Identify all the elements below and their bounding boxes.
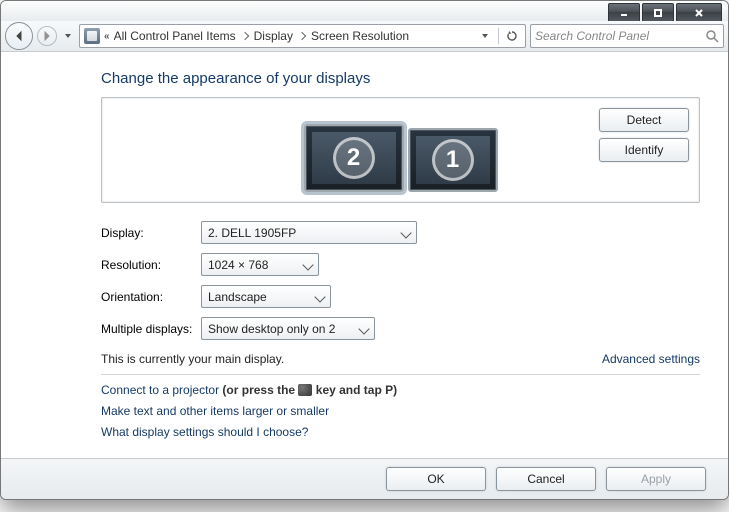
- page-title: Change the appearance of your displays: [101, 70, 700, 87]
- detect-button[interactable]: Detect: [599, 108, 689, 132]
- windows-key-icon: [298, 384, 312, 396]
- identify-button[interactable]: Identify: [599, 138, 689, 162]
- apply-button[interactable]: Apply: [606, 467, 706, 491]
- multiple-displays-select[interactable]: Show desktop only on 2: [201, 317, 375, 340]
- window-caption-bar: [1, 1, 728, 21]
- orientation-label: Orientation:: [101, 290, 201, 304]
- advanced-settings-link[interactable]: Advanced settings: [602, 352, 700, 366]
- cancel-button[interactable]: Cancel: [496, 467, 596, 491]
- what-settings-link[interactable]: What display settings should I choose?: [101, 425, 700, 439]
- refresh-icon[interactable]: [503, 27, 521, 45]
- breadcrumb-overflow-icon[interactable]: «: [104, 31, 110, 42]
- monitor-number-badge: 1: [432, 139, 474, 181]
- screen-resolution-window: « All Control Panel Items Display Screen…: [0, 0, 729, 500]
- display-settings-form: Display: 2. DELL 1905FP Resolution: 1024…: [101, 221, 700, 340]
- client-area: Change the appearance of your displays 2…: [1, 52, 728, 458]
- resolution-select[interactable]: 1024 × 768: [201, 253, 319, 276]
- dialog-button-bar: OK Cancel Apply: [1, 458, 728, 499]
- search-placeholder: Search Control Panel: [535, 29, 705, 43]
- display-label: Display:: [101, 226, 201, 240]
- chevron-down-icon: [302, 259, 313, 270]
- monitor-1[interactable]: 1: [408, 128, 498, 192]
- chevron-right-icon[interactable]: [240, 32, 248, 40]
- breadcrumb-item[interactable]: Display: [254, 29, 293, 43]
- control-panel-icon: [84, 28, 100, 44]
- search-input[interactable]: Search Control Panel: [530, 24, 724, 48]
- connect-projector-link[interactable]: Connect to a projector (or press the key…: [101, 383, 700, 397]
- resolution-select-value: 1024 × 768: [208, 258, 268, 272]
- explorer-nav-bar: « All Control Panel Items Display Screen…: [1, 21, 728, 52]
- chevron-down-icon: [314, 291, 325, 302]
- divider: [101, 374, 700, 375]
- text-size-link[interactable]: Make text and other items larger or smal…: [101, 404, 700, 418]
- monitor-number-badge: 2: [333, 137, 375, 179]
- forward-button[interactable]: [37, 26, 57, 46]
- ok-button[interactable]: OK: [386, 467, 486, 491]
- display-select[interactable]: 2. DELL 1905FP: [201, 221, 417, 244]
- display-preview-panel: 2 1 Detect Identify: [101, 97, 700, 203]
- main-display-note: This is currently your main display.: [101, 352, 284, 366]
- breadcrumb-item[interactable]: All Control Panel Items: [114, 29, 236, 43]
- help-links: Connect to a projector (or press the key…: [101, 383, 700, 439]
- multiple-displays-select-value: Show desktop only on 2: [208, 322, 335, 336]
- breadcrumb: All Control Panel Items Display Screen R…: [114, 29, 472, 43]
- chevron-down-icon: [400, 227, 411, 238]
- chevron-right-icon[interactable]: [298, 32, 306, 40]
- orientation-select-value: Landscape: [208, 290, 267, 304]
- address-dropdown-icon[interactable]: [476, 27, 494, 45]
- main-display-note-row: This is currently your main display. Adv…: [101, 352, 700, 366]
- nav-history-dropdown[interactable]: [61, 29, 75, 43]
- monitor-2[interactable]: 2: [304, 124, 404, 192]
- back-button[interactable]: [5, 22, 33, 50]
- monitors-layout[interactable]: 2 1: [304, 108, 498, 192]
- address-bar[interactable]: « All Control Panel Items Display Screen…: [79, 24, 526, 48]
- maximize-button[interactable]: [642, 3, 674, 22]
- display-select-value: 2. DELL 1905FP: [208, 226, 296, 240]
- chevron-down-icon: [358, 323, 369, 334]
- minimize-button[interactable]: [608, 3, 640, 22]
- close-button[interactable]: [676, 3, 722, 22]
- search-icon: [705, 29, 719, 43]
- orientation-select[interactable]: Landscape: [201, 285, 331, 308]
- resolution-label: Resolution:: [101, 258, 201, 272]
- breadcrumb-item[interactable]: Screen Resolution: [311, 29, 409, 43]
- multiple-displays-label: Multiple displays:: [101, 322, 201, 336]
